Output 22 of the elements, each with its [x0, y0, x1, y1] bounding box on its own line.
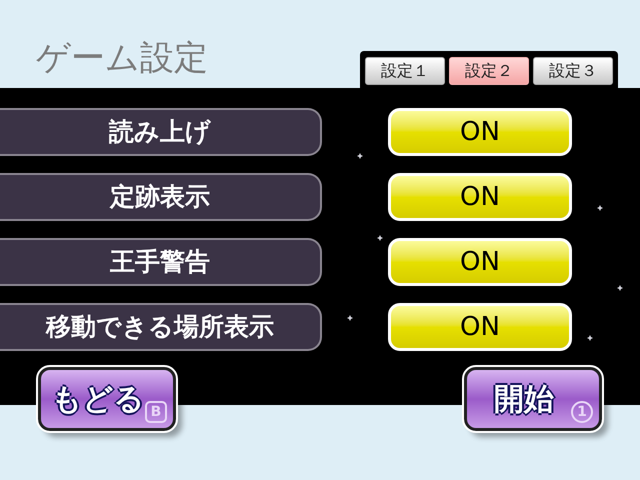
toggle-button[interactable]: ON	[388, 108, 572, 156]
screen-title: ゲーム設定	[36, 37, 208, 80]
toggle-button[interactable]: ON	[388, 173, 572, 221]
setting-label: 王手警告	[0, 238, 322, 286]
setting-label: 移動できる場所表示	[0, 303, 322, 351]
toggle-button[interactable]: ON	[388, 238, 572, 286]
setting-label: 読み上げ	[0, 108, 322, 156]
tab[interactable]: 設定１	[365, 57, 445, 85]
back-button[interactable]: もどる B	[38, 367, 176, 431]
star-icon	[347, 315, 353, 321]
start-button[interactable]: 開始 1	[464, 367, 602, 431]
star-icon	[377, 235, 383, 241]
tab[interactable]: 設定２	[449, 57, 529, 85]
star-icon	[597, 205, 603, 211]
key-hint-icon: 1	[571, 401, 593, 423]
star-icon	[617, 285, 623, 291]
tab[interactable]: 設定３	[533, 57, 613, 85]
key-hint-icon: B	[145, 401, 167, 423]
toggle-button[interactable]: ON	[388, 303, 572, 351]
setting-label: 定跡表示	[0, 173, 322, 221]
star-icon	[587, 335, 593, 341]
star-icon	[357, 153, 363, 159]
